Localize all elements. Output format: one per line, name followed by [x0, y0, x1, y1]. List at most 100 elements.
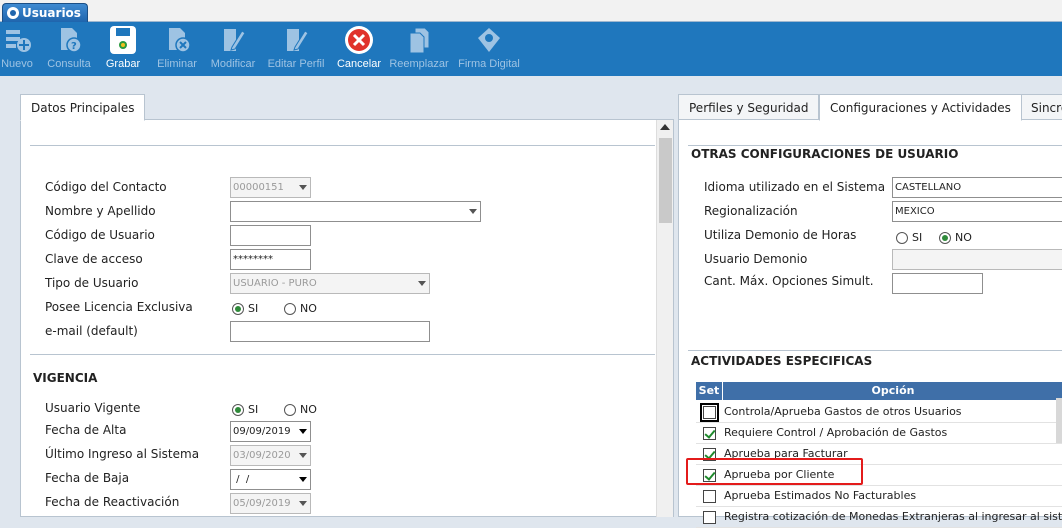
demonio-si-radio[interactable]: SI: [896, 231, 922, 244]
consulta-button[interactable]: ? Consulta: [46, 22, 92, 76]
svg-text:?: ?: [71, 41, 77, 52]
codigo-usuario-input[interactable]: [230, 225, 311, 246]
vigente-si-radio[interactable]: SI: [232, 403, 258, 416]
fecha-baja-value: / /: [233, 474, 250, 485]
separator: [688, 145, 1062, 146]
checkbox-unchecked-icon[interactable]: [700, 403, 719, 422]
vigente-no-label: NO: [300, 403, 317, 416]
codigo-contacto-value: 00000151: [233, 182, 284, 193]
cant-max-label: Cant. Máx. Opciones Simult.: [704, 274, 874, 288]
delete-document-icon: [160, 23, 194, 57]
fecha-baja-input[interactable]: / /: [230, 469, 311, 490]
chevron-down-icon: [418, 281, 426, 286]
eliminar-button[interactable]: Eliminar: [156, 22, 198, 76]
codigo-usuario-label: Código de Usuario: [45, 228, 155, 242]
separator: [30, 145, 655, 146]
codigo-contacto-label: Código del Contacto: [45, 180, 167, 194]
separator: [30, 354, 655, 355]
window-tab-bar: Usuarios: [0, 0, 1062, 22]
idioma-label: Idioma utilizado en el Sistema: [704, 180, 886, 194]
nombre-select[interactable]: [230, 201, 481, 222]
tipo-usuario-label: Tipo de Usuario: [45, 276, 139, 290]
nuevo-button[interactable]: Nuevo: [0, 22, 34, 76]
licencia-label: Posee Licencia Exclusiva: [45, 300, 193, 314]
chevron-down-icon: [469, 209, 477, 214]
edit-pencil-icon: [216, 23, 250, 57]
tab-configuraciones-actividades[interactable]: Configuraciones y Actividades: [819, 94, 1022, 121]
window-tab-usuarios[interactable]: Usuarios: [2, 3, 88, 22]
fecha-reactivacion-input[interactable]: 05/09/2019: [230, 493, 311, 514]
modificar-button[interactable]: Modificar: [208, 22, 258, 76]
scroll-thumb[interactable]: [659, 138, 672, 223]
cancelar-label: Cancelar: [336, 58, 382, 70]
grabar-button[interactable]: Grabar: [103, 22, 143, 76]
fecha-alta-label: Fecha de Alta: [45, 423, 127, 437]
nuevo-label: Nuevo: [1, 58, 33, 70]
table-row[interactable]: Controla/Aprueba Gastos de otros Usuario…: [696, 402, 1062, 423]
clave-label: Clave de acceso: [45, 252, 143, 266]
scroll-up-icon[interactable]: [660, 124, 670, 130]
nombre-label: Nombre y Apellido: [45, 204, 156, 218]
reemplazar-button[interactable]: Reemplazar: [389, 22, 449, 76]
chevron-down-icon: [299, 429, 307, 434]
replace-copy-icon: [402, 23, 436, 57]
fecha-alta-value: 09/09/2019: [233, 426, 291, 437]
radio-selected-icon: [232, 403, 244, 416]
radio-unselected-icon: [284, 302, 296, 315]
edit-profile-icon: [279, 23, 313, 57]
demonio-no-label: NO: [955, 231, 972, 244]
idioma-input[interactable]: CASTELLANO: [892, 177, 1062, 198]
radio-unselected-icon: [896, 231, 908, 244]
regionalizacion-value: MEXICO: [895, 206, 935, 217]
licencia-si-radio[interactable]: SI: [232, 302, 258, 315]
chevron-down-icon: [299, 453, 307, 458]
clave-input[interactable]: ********: [230, 249, 311, 270]
licencia-no-radio[interactable]: NO: [284, 302, 317, 315]
table-row[interactable]: Requiere Control / Aprobación de Gastos: [696, 423, 1062, 444]
editar-perfil-label: Editar Perfil: [267, 58, 325, 70]
actividades-title: ACTIVIDADES ESPECIFICAS: [691, 354, 873, 368]
cancelar-button[interactable]: Cancelar: [336, 22, 382, 76]
digital-signature-icon: [472, 23, 506, 57]
vigente-si-label: SI: [248, 403, 259, 416]
main-area: Datos Principales Código del Contacto 00…: [0, 76, 1062, 528]
table-row[interactable]: Registra cotización de Monedas Extranjer…: [696, 507, 1062, 528]
editar-perfil-button[interactable]: Editar Perfil: [265, 22, 327, 76]
codigo-contacto-select[interactable]: 00000151: [230, 177, 311, 198]
table-row[interactable]: Aprueba Estimados No Facturables: [696, 486, 1062, 507]
modificar-label: Modificar: [210, 58, 256, 70]
vertical-scrollbar[interactable]: [656, 120, 673, 517]
tab-sincro[interactable]: Sincro: [1020, 94, 1062, 121]
tab-perfiles-seguridad[interactable]: Perfiles y Seguridad: [678, 94, 820, 121]
add-document-icon: [0, 23, 34, 57]
fecha-reactivacion-value: 05/09/2019: [233, 498, 291, 509]
fecha-baja-label: Fecha de Baja: [45, 471, 130, 485]
cancel-x-icon: [342, 23, 376, 57]
demonio-no-radio[interactable]: NO: [939, 231, 972, 244]
demonio-horas-label: Utiliza Demonio de Horas: [704, 228, 857, 242]
col-set-header: Set: [696, 382, 723, 400]
idioma-value: CASTELLANO: [895, 182, 962, 193]
firma-digital-button[interactable]: Firma Digital: [456, 22, 522, 76]
chevron-down-icon: [299, 477, 307, 482]
vigente-no-radio[interactable]: NO: [284, 403, 317, 416]
checkbox-unchecked-icon[interactable]: [703, 490, 716, 503]
otras-config-title: OTRAS CONFIGURACIONES DE USUARIO: [691, 147, 959, 161]
usuario-demonio-input[interactable]: [892, 249, 1062, 270]
cant-max-input[interactable]: [892, 273, 983, 294]
checkbox-checked-icon[interactable]: [703, 427, 716, 440]
query-document-icon: ?: [52, 23, 86, 57]
checkbox-unchecked-icon[interactable]: [703, 511, 716, 524]
ultimo-ingreso-input[interactable]: 03/09/2020: [230, 445, 311, 466]
tab-datos-principales[interactable]: Datos Principales: [20, 94, 146, 121]
fecha-reactivacion-label: Fecha de Reactivación: [45, 495, 180, 509]
ultimo-ingreso-label: Último Ingreso al Sistema: [45, 447, 200, 461]
regionalizacion-input[interactable]: MEXICO: [892, 201, 1062, 222]
save-disk-icon: [106, 23, 140, 57]
grid-scrollbar[interactable]: [1056, 398, 1062, 443]
reemplazar-label: Reemplazar: [389, 58, 449, 70]
fecha-alta-input[interactable]: 09/09/2019: [230, 421, 311, 442]
email-input[interactable]: [230, 321, 430, 342]
tipo-usuario-select[interactable]: USUARIO - PURO: [230, 273, 430, 294]
highlight-box: [686, 458, 863, 485]
